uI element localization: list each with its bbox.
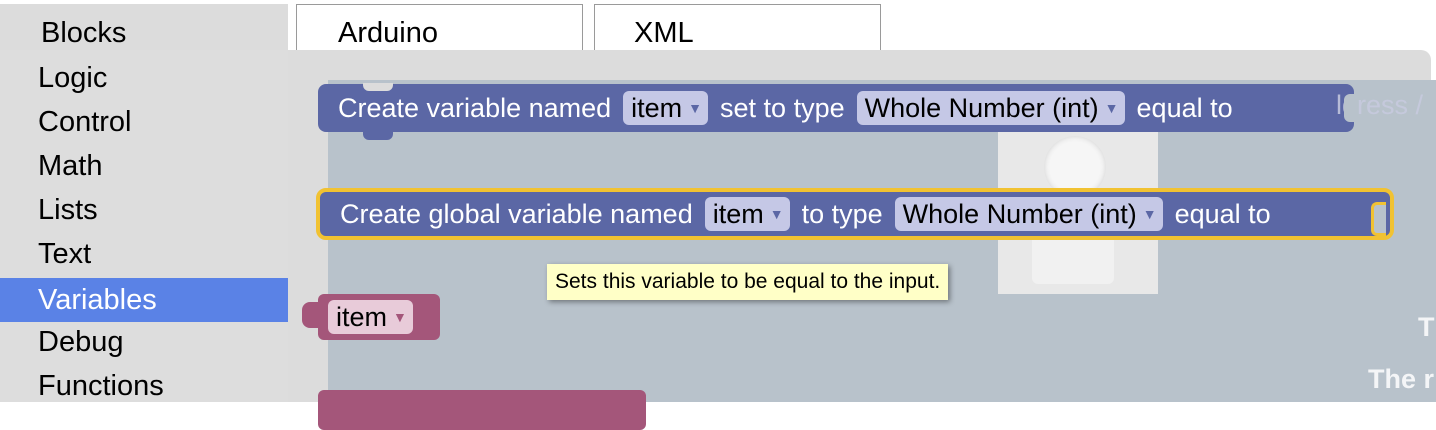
category-debug[interactable]: Debug <box>0 320 288 364</box>
create-global-variable-block[interactable]: Create global variable named item ▼ to t… <box>316 188 1394 240</box>
category-variables[interactable]: Variables <box>0 278 288 322</box>
block-label: Create global variable named <box>340 198 693 229</box>
block-label: Create variable named <box>338 92 612 123</box>
dropdown-value: item <box>336 301 388 332</box>
category-math[interactable]: Math <box>0 144 288 188</box>
block-label: set to type <box>720 92 845 123</box>
block-notch <box>363 83 393 91</box>
value-input-socket[interactable] <box>1371 202 1386 236</box>
value-input-socket[interactable] <box>1344 94 1356 122</box>
block-label: equal to <box>1174 198 1271 229</box>
output-connector <box>302 302 318 328</box>
dropdown-value: item <box>631 92 683 123</box>
create-variable-block[interactable]: Create variable named item ▼ set to type… <box>318 83 1423 140</box>
workspace-text-fragment: T <box>1418 312 1435 342</box>
category-logic[interactable]: Logic <box>0 56 288 100</box>
category-text[interactable]: Text <box>0 232 288 276</box>
tab-blocks[interactable]: Blocks <box>0 4 288 50</box>
block-label: to type <box>801 198 883 229</box>
category-lists[interactable]: Lists <box>0 188 288 232</box>
variable-name-dropdown[interactable]: item ▼ <box>328 300 413 334</box>
dropdown-value: Whole Number (int) <box>902 198 1137 229</box>
triangle-down-icon: ▼ <box>769 206 784 222</box>
variable-name-dropdown[interactable]: item ▼ <box>623 91 709 125</box>
triangle-down-icon: ▼ <box>688 100 703 116</box>
variable-name-dropdown[interactable]: item ▼ <box>704 197 790 231</box>
block-tooltip: Sets this variable to be equal to the in… <box>547 264 949 300</box>
variable-type-dropdown[interactable]: Whole Number (int) ▼ <box>856 91 1125 125</box>
category-functions[interactable]: Functions <box>0 364 288 408</box>
variable-setter-block[interactable] <box>318 390 646 430</box>
block-next-tab <box>363 131 393 140</box>
block-label: equal to <box>1136 92 1233 123</box>
workspace-text-fragment: The r <box>1368 364 1435 394</box>
tab-arduino[interactable]: Arduino <box>296 4 583 50</box>
variable-type-dropdown[interactable]: Whole Number (int) ▼ <box>894 197 1163 231</box>
dropdown-value: item <box>712 198 764 229</box>
tab-xml[interactable]: XML <box>594 4 881 50</box>
dropdown-value: Whole Number (int) <box>864 92 1099 123</box>
category-control[interactable]: Control <box>0 100 288 144</box>
toolbox-sidebar: Logic Control Math Lists Text Variables … <box>0 50 288 402</box>
triangle-down-icon: ▼ <box>1142 206 1157 222</box>
triangle-down-icon: ▼ <box>393 309 407 325</box>
variable-getter-block[interactable]: item ▼ <box>302 294 440 340</box>
triangle-down-icon: ▼ <box>1104 100 1119 116</box>
